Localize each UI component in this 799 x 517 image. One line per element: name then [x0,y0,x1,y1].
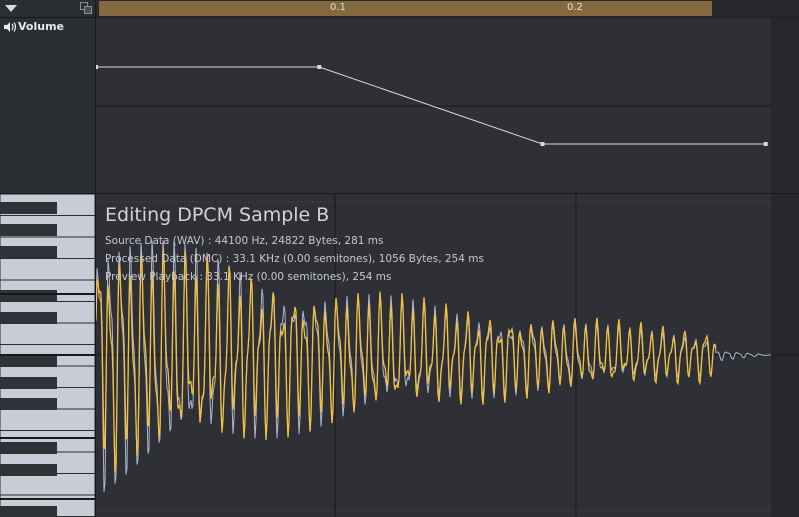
piano-black-key[interactable] [0,464,57,476]
ruler-tick-label: 0.1 [330,2,346,13]
sample-range-bar[interactable] [99,1,712,16]
volume-envelope-editor[interactable] [96,18,799,193]
expand-icon[interactable] [80,2,92,14]
envelope-point[interactable] [317,65,322,69]
envelope-name-label: Volume [18,20,64,33]
envelope-point[interactable] [763,142,768,146]
ruler-tick-label: 0.2 [567,2,583,13]
piano-black-key[interactable] [0,398,57,410]
source-data-info: Source Data (WAV) : 44100 Hz, 24822 Byte… [105,235,384,247]
sample-title: Editing DPCM Sample B [105,204,330,226]
envelope-graph[interactable] [96,18,799,193]
piano-black-key[interactable] [0,312,57,324]
collapse-triangle-icon[interactable] [5,5,17,12]
sample-info-overlay: Editing DPCM Sample B Source Data (WAV) … [105,204,484,286]
piano-white-key[interactable] [0,408,95,431]
piano-black-key[interactable] [0,506,57,517]
processed-data-info: Processed Data (DMC) : 33.1 KHz (0.00 se… [105,253,484,265]
envelope-label-panel [0,18,95,193]
piano-black-key[interactable] [0,442,57,454]
envelope-point[interactable] [540,142,545,146]
piano-black-key[interactable] [0,377,57,389]
piano-black-key[interactable] [0,224,57,236]
preview-playback-info: Preview Playback : 33.1 KHz (0.00 semito… [105,271,392,283]
piano-white-key[interactable] [0,473,95,496]
speaker-icon[interactable] [4,22,16,32]
vertical-separator [95,0,96,517]
envelope-point[interactable] [96,65,98,69]
piano-black-key[interactable] [0,246,57,258]
piano-white-key[interactable] [0,258,95,281]
piano-keyboard[interactable] [0,194,95,517]
piano-black-key[interactable] [0,290,57,302]
piano-white-key[interactable] [0,322,95,345]
piano-black-key[interactable] [0,355,57,367]
piano-black-key[interactable] [0,202,57,214]
